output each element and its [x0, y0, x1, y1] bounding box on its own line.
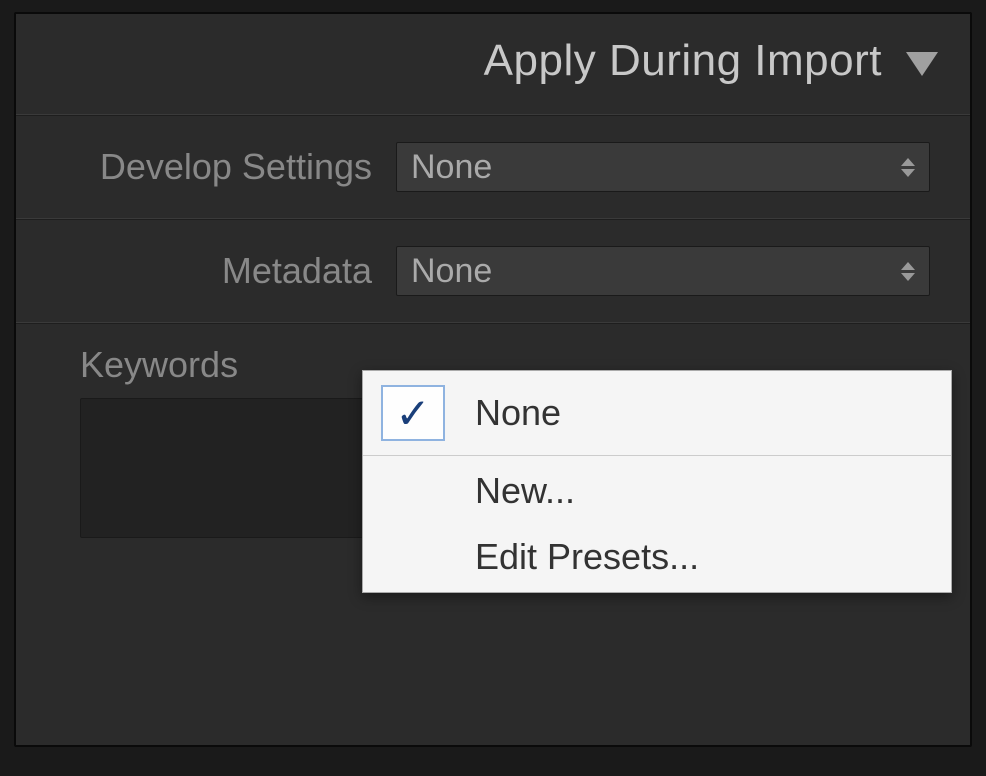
menu-item-label: New...	[475, 470, 575, 512]
updown-arrow-icon	[901, 158, 915, 177]
panel-header[interactable]: Apply During Import	[16, 14, 970, 115]
menu-item-edit-presets[interactable]: Edit Presets...	[363, 526, 951, 592]
apply-during-import-panel: Apply During Import Develop Settings Non…	[14, 12, 972, 747]
metadata-label: Metadata	[16, 250, 396, 292]
develop-settings-value: None	[411, 148, 492, 187]
checkmark-icon: ✓	[395, 389, 430, 438]
menu-item-new[interactable]: New...	[363, 456, 951, 526]
metadata-dropdown-menu: ✓ None New... Edit Presets...	[362, 370, 952, 593]
develop-settings-dropdown[interactable]: None	[396, 142, 930, 192]
metadata-dropdown[interactable]: None	[396, 246, 930, 296]
metadata-row: Metadata None	[16, 219, 970, 323]
updown-arrow-icon	[901, 262, 915, 281]
develop-settings-label: Develop Settings	[16, 146, 396, 188]
develop-settings-row: Develop Settings None	[16, 115, 970, 219]
panel-title: Apply During Import	[484, 36, 882, 86]
menu-item-label: Edit Presets...	[475, 536, 699, 578]
menu-item-none[interactable]: ✓ None	[363, 371, 951, 455]
collapse-triangle-icon[interactable]	[906, 52, 938, 76]
menu-item-label: None	[475, 392, 561, 434]
checkmark-box: ✓	[381, 385, 445, 441]
metadata-value: None	[411, 252, 492, 291]
